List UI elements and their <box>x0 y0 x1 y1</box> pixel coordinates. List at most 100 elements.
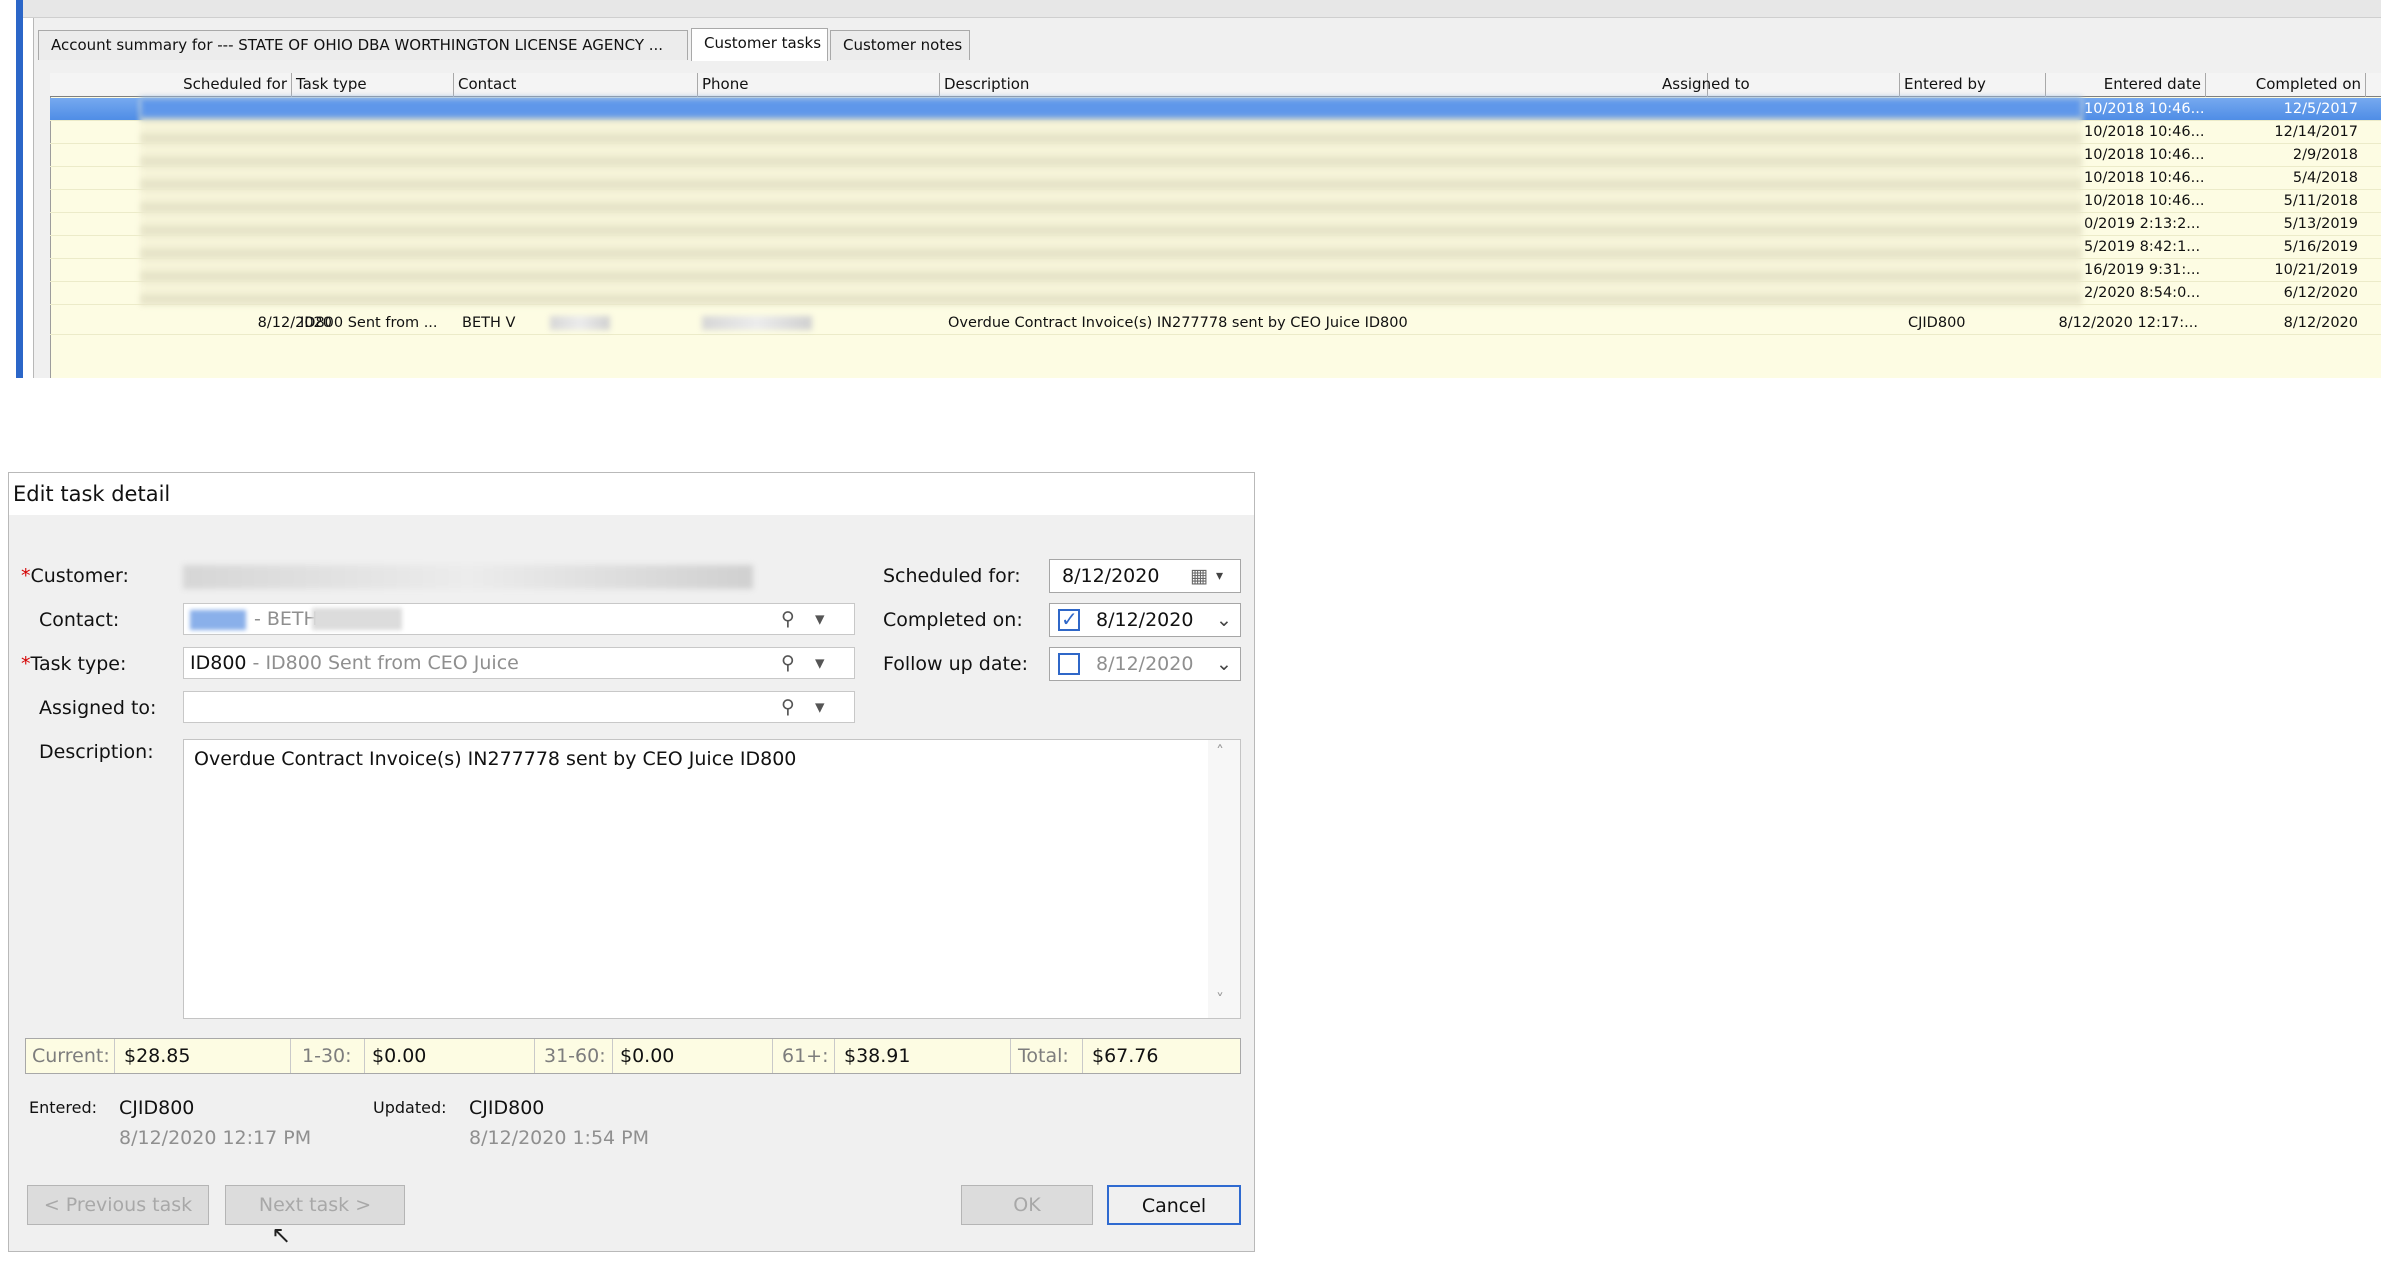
chevron-down-icon[interactable]: ⌄ <box>1216 648 1232 680</box>
aging-divider <box>1082 1039 1083 1073</box>
aging-divider <box>834 1039 835 1073</box>
ok-button[interactable]: OK <box>961 1185 1093 1225</box>
aging-1-30-label: 1-30: <box>302 1045 352 1067</box>
scheduled-for-label: Scheduled for: <box>883 565 1021 587</box>
description-textarea[interactable]: Overdue Contract Invoice(s) IN277778 sen… <box>183 739 1241 1019</box>
aging-current-label: Current: <box>32 1045 110 1067</box>
completed-on-value: 8/12/2020 <box>1096 609 1194 631</box>
follow-up-checkbox[interactable] <box>1058 653 1080 675</box>
tab-account-summary[interactable]: Account summary for --- STATE OF OHIO DB… <box>38 30 688 60</box>
aging-divider <box>290 1039 291 1073</box>
cell-completed-on: 10/21/2019 <box>2274 262 2358 278</box>
contact-value: - BETH <box>254 608 318 630</box>
follow-up-date-field[interactable]: 8/12/2020 ⌄ <box>1049 647 1241 681</box>
column-header-assigned-to[interactable]: Assigned to <box>1658 73 1900 97</box>
customer-field-redacted[interactable] <box>183 565 753 589</box>
column-header-task-type[interactable]: Task type <box>292 73 454 97</box>
contact-search-icon[interactable]: ⚲ <box>781 604 795 634</box>
task-type-search-icon[interactable]: ⚲ <box>781 648 795 678</box>
tab-customer-notes[interactable]: Customer notes <box>830 30 970 60</box>
aging-31-60-value: $0.00 <box>620 1045 675 1067</box>
aging-divider <box>114 1039 115 1073</box>
column-header-completed-on[interactable]: Completed on <box>2206 73 2366 97</box>
aging-divider <box>534 1039 535 1073</box>
description-text: Overdue Contract Invoice(s) IN277778 sen… <box>194 748 797 770</box>
customer-label: *Customer: <box>21 561 129 591</box>
redacted-phone-blur <box>702 316 812 330</box>
assigned-to-field[interactable] <box>183 691 855 723</box>
entered-at-value: 8/12/2020 12:17 PM <box>119 1127 312 1149</box>
follow-up-date-label: Follow up date: <box>883 653 1029 675</box>
aging-divider <box>364 1039 365 1073</box>
assigned-to-search-icon[interactable]: ⚲ <box>781 692 795 722</box>
scheduled-for-field[interactable]: 8/12/2020 ▦ ▾ <box>1049 559 1241 593</box>
dialog-title: Edit task detail <box>13 482 171 506</box>
chevron-down-icon[interactable]: ▾ <box>1216 560 1223 592</box>
updated-by-value: CJID800 <box>469 1097 545 1119</box>
cell-task-type: ID800 Sent from ... <box>300 315 438 331</box>
column-header-scheduled-for[interactable]: Scheduled for <box>50 73 292 97</box>
aging-61-plus-value: $38.91 <box>844 1045 911 1067</box>
aging-divider <box>772 1039 773 1073</box>
contact-lookup-icon[interactable]: ▾ <box>815 604 825 634</box>
cell-entered-date: 8/12/2020 12:17:... <box>2058 315 2198 331</box>
aging-31-60-label: 31-60: <box>544 1045 606 1067</box>
cell-completed-on: 2/9/2018 <box>2292 147 2358 163</box>
task-type-label: *Task type: <box>21 649 126 679</box>
redacted-selected-row-blur <box>140 98 2082 118</box>
task-type-description: - ID800 Sent from CEO Juice <box>252 652 519 674</box>
task-type-code: ID800 <box>190 652 247 674</box>
updated-at-value: 8/12/2020 1:54 PM <box>469 1127 650 1149</box>
aging-61-plus-label: 61+: <box>782 1045 829 1067</box>
cell-description: Overdue Contract Invoice(s) IN277778 sen… <box>948 315 1408 331</box>
next-task-button[interactable]: Next task > <box>225 1185 405 1225</box>
grid-header: Scheduled for Task type Contact Phone De… <box>50 73 2381 97</box>
previous-task-button[interactable]: < Previous task <box>27 1185 209 1225</box>
column-header-entered-date[interactable]: Entered date <box>2046 73 2206 97</box>
aging-divider <box>612 1039 613 1073</box>
entered-by-value: CJID800 <box>119 1097 195 1119</box>
description-label: Description: <box>39 741 154 763</box>
required-marker: * <box>21 653 31 675</box>
mouse-cursor-icon: ↖ <box>271 1221 292 1249</box>
contact-id-redacted <box>190 610 246 630</box>
contact-name-redacted <box>312 608 402 630</box>
assigned-to-lookup-icon[interactable]: ▾ <box>815 692 825 722</box>
edit-task-dialog: Edit task detail *Customer: Contact: - B… <box>8 472 1255 1252</box>
cell-entered-by: CJID800 <box>1908 315 1966 331</box>
column-header-entered-by[interactable]: Entered by <box>1900 73 2046 97</box>
close-icon[interactable] <box>1214 479 1244 509</box>
aging-total-value: $67.76 <box>1092 1045 1159 1067</box>
cell-completed-on: 5/13/2019 <box>2283 216 2358 232</box>
check-icon: ✓ <box>1061 607 1078 631</box>
follow-up-date-value: 8/12/2020 <box>1096 653 1194 675</box>
tab-customer-tasks[interactable]: Customer tasks <box>691 28 828 61</box>
completed-on-label: Completed on: <box>883 609 1023 631</box>
window-top-strip <box>23 0 2381 18</box>
redacted-contact-blur <box>550 316 610 330</box>
assigned-to-label: Assigned to: <box>39 697 157 719</box>
scroll-up-icon[interactable]: ˄ <box>1216 742 1224 761</box>
column-header-contact[interactable]: Contact <box>454 73 698 97</box>
scroll-down-icon[interactable]: ˅ <box>1216 990 1224 1009</box>
window-left-border <box>16 0 23 378</box>
task-type-lookup-icon[interactable]: ▾ <box>815 648 825 678</box>
contact-label: Contact: <box>39 609 120 631</box>
contact-field[interactable]: - BETH <box>183 603 855 635</box>
chevron-down-icon[interactable]: ⌄ <box>1216 604 1232 636</box>
calendar-icon[interactable]: ▦ <box>1190 560 1208 592</box>
customer-label-text: Customer: <box>30 565 129 587</box>
cancel-button[interactable]: Cancel <box>1107 1185 1241 1225</box>
table-row[interactable]: 8/12/2020 ID800 Sent from ... BETH V Ove… <box>50 312 2381 335</box>
column-header-phone[interactable]: Phone <box>698 73 940 97</box>
description-scrollbar[interactable]: ˄ ˅ <box>1208 740 1240 1018</box>
completed-on-field[interactable]: ✓ 8/12/2020 ⌄ <box>1049 603 1241 637</box>
customer-tasks-window: Account summary for --- STATE OF OHIO DB… <box>0 0 2381 378</box>
task-type-field[interactable]: ID800 - ID800 Sent from CEO Juice <box>183 647 855 679</box>
column-header-description[interactable]: Description <box>940 73 1708 97</box>
scheduled-for-value: 8/12/2020 <box>1062 565 1160 587</box>
completed-checkbox[interactable]: ✓ <box>1058 607 1080 631</box>
entered-label: Entered: <box>29 1098 97 1117</box>
cell-completed-on: 5/11/2018 <box>2283 193 2358 209</box>
aging-summary-bar: Current: $28.85 1-30: $0.00 31-60: $0.00… <box>25 1038 1241 1074</box>
